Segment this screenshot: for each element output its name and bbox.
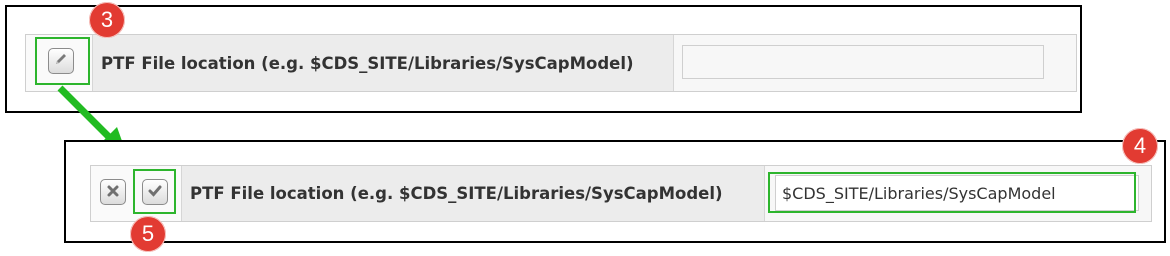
cancel-button[interactable] xyxy=(100,179,126,205)
property-label-cell: PTF File location (e.g. $CDS_SITE/Librar… xyxy=(181,166,765,221)
step-badge-5: 5 xyxy=(130,216,166,252)
property-label: PTF File location (e.g. $CDS_SITE/Librar… xyxy=(190,184,723,203)
input-highlight xyxy=(768,172,1136,213)
step-badge-4: 4 xyxy=(1122,128,1158,164)
close-icon xyxy=(106,183,120,202)
confirm-button-highlight xyxy=(133,169,176,214)
